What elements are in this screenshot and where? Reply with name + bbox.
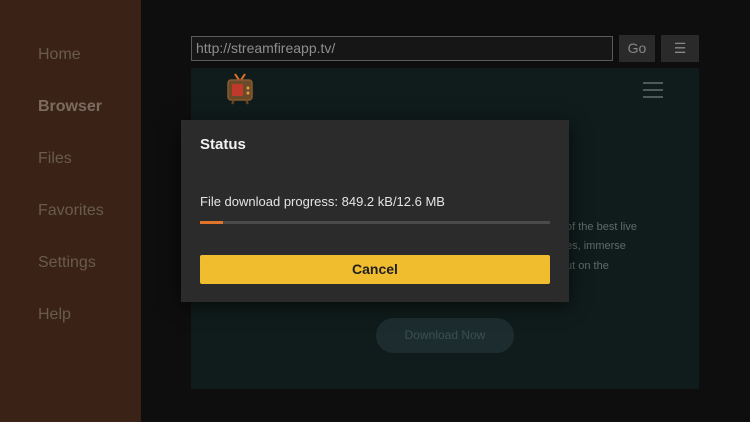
sidebar-item-home[interactable]: Home [38, 46, 81, 64]
tv-icon[interactable] [224, 72, 256, 106]
download-now-button[interactable]: Download Now [376, 318, 514, 353]
sidebar: Home Browser Files Favorites Settings He… [0, 0, 141, 422]
url-input[interactable]: http://streamfireapp.tv/ [191, 36, 613, 61]
sidebar-item-favorites[interactable]: Favorites [38, 202, 104, 220]
site-menu-icon[interactable] [643, 82, 663, 98]
sidebar-item-help[interactable]: Help [38, 306, 71, 324]
sidebar-item-files[interactable]: Files [38, 150, 72, 168]
progress-text: File download progress: 849.2 kB/12.6 MB [200, 194, 445, 209]
page-text-line: ut on the [566, 260, 609, 272]
menu-button[interactable]: ☰ [661, 35, 699, 62]
progress-fill [200, 221, 224, 224]
menu-icon: ☰ [673, 40, 687, 56]
sidebar-item-browser[interactable]: Browser [38, 98, 102, 116]
status-dialog: Status File download progress: 849.2 kB/… [181, 120, 569, 302]
page-text-line: of the best live [566, 221, 637, 233]
page-text-line: es, immerse [566, 240, 626, 252]
cancel-button[interactable]: Cancel [200, 255, 550, 284]
dialog-title: Status [200, 136, 246, 153]
sidebar-item-settings[interactable]: Settings [38, 254, 96, 272]
go-button[interactable]: Go [619, 35, 655, 62]
progress-bar [200, 221, 550, 224]
